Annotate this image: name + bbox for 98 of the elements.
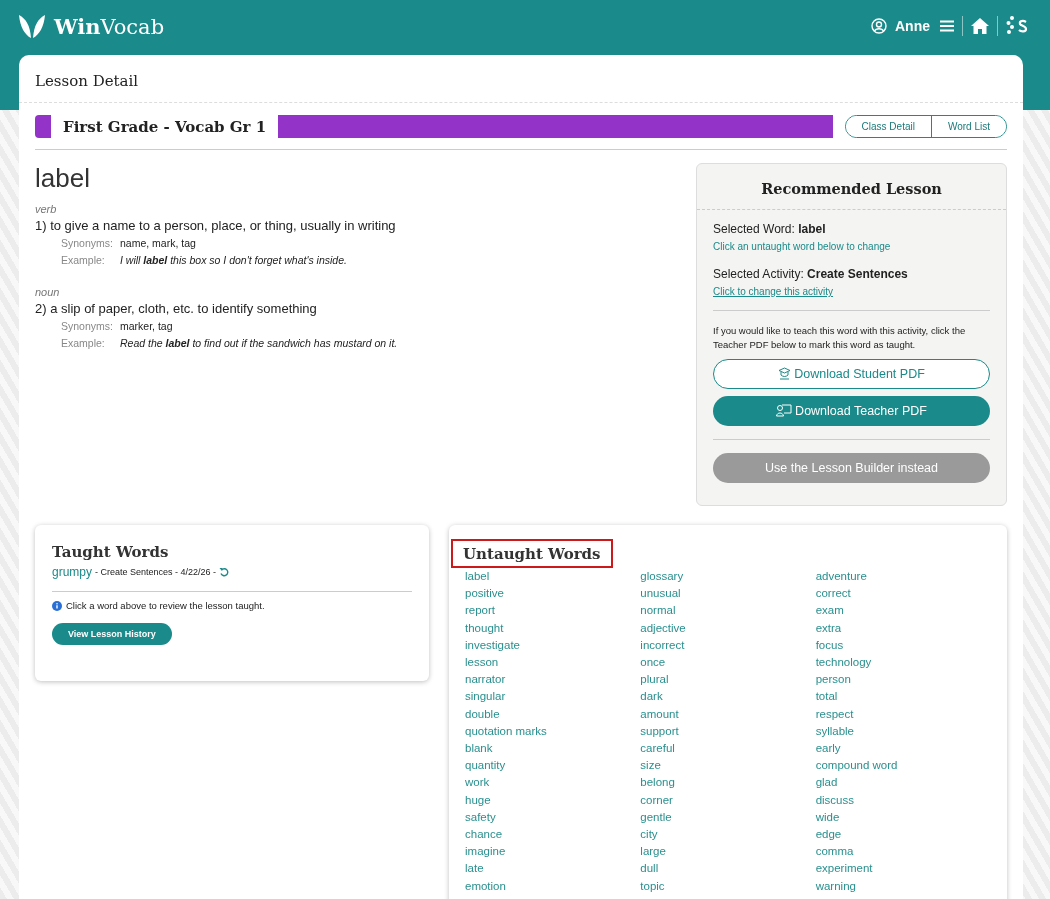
untaught-word-link[interactable]: glossary (640, 568, 816, 586)
card-title: Untaught Words (451, 539, 613, 568)
untaught-word-link[interactable]: corner (640, 791, 816, 809)
untaught-word-link[interactable]: quantity (465, 757, 641, 775)
info-icon (52, 600, 62, 611)
untaught-word-link[interactable]: lesson (465, 654, 641, 672)
untaught-word-link[interactable]: adjective (640, 619, 816, 637)
untaught-word-link[interactable]: thought (465, 619, 641, 637)
instruction-text: If you would like to teach this word with this activity, click the Teacher PDF below to mark this word as taught. (713, 324, 967, 353)
lesson-detail: - Create Sentences - 4/22/26 - (95, 567, 217, 577)
untaught-word-link[interactable]: singular (465, 688, 641, 706)
untaught-word-link[interactable]: late (465, 860, 641, 878)
teacher-icon (776, 404, 793, 417)
untaught-word-link[interactable]: person (815, 671, 991, 689)
untaught-word-link[interactable]: double (465, 705, 641, 723)
untaught-word-link[interactable]: total (815, 688, 991, 706)
user-icon[interactable] (871, 18, 887, 34)
download-teacher-button[interactable]: Download Teacher PDF (713, 395, 990, 426)
untaught-word-link[interactable]: unusual (640, 585, 816, 603)
untaught-word-link[interactable]: blank (465, 740, 641, 758)
home-icon[interactable] (971, 18, 989, 34)
untaught-word-link[interactable]: size (640, 757, 816, 775)
untaught-word-link[interactable]: label (465, 568, 641, 586)
untaught-word-link[interactable]: incorrect (640, 636, 816, 654)
headword: label (35, 163, 91, 194)
definition: 2) a slip of paper, cloth, etc. to identify something (35, 301, 318, 316)
untaught-word-link[interactable]: respect (815, 705, 991, 723)
untaught-word-link[interactable]: positive (465, 585, 641, 603)
student-icon (778, 367, 792, 380)
untaught-word-link[interactable]: discuss (815, 791, 991, 809)
definition: 1) to give a name to a person, place, or thing, usually in writing (35, 218, 397, 233)
undo-icon[interactable] (219, 567, 230, 577)
example-label: Example: (61, 254, 106, 266)
untaught-word-link[interactable]: experiment (815, 860, 991, 878)
untaught-word-link[interactable]: gentle (640, 808, 816, 827)
untaught-word-link[interactable]: extra (815, 619, 991, 637)
untaught-word-link[interactable]: normal (640, 602, 816, 620)
taught-word-link[interactable]: grumpy (52, 565, 92, 579)
example-sentence: Read the label to find out if the sandwich has mustard on it. (120, 337, 398, 349)
untaught-word-link[interactable]: investigate (465, 636, 641, 654)
untaught-word-link[interactable]: amount (640, 705, 816, 723)
untaught-word-link[interactable]: imagine (465, 843, 641, 861)
untaught-word-link[interactable]: city (640, 826, 816, 844)
untaught-word-link[interactable]: comma (815, 843, 991, 861)
change-word-link[interactable]: Click an untaught word below to change (713, 241, 990, 252)
view-history-button[interactable]: View Lesson History (52, 623, 172, 645)
example-sentence: I will label this box so I don't forget what's inside. (120, 254, 347, 266)
user-name[interactable]: Anne (895, 18, 930, 34)
selected-activity: Selected Activity: Create Sentences (713, 267, 909, 281)
untaught-word-link[interactable]: focus (815, 636, 991, 654)
untaught-word-link[interactable]: plural (640, 671, 816, 689)
panel-title: Recommended Lesson (697, 164, 1006, 210)
leaf-logo-icon (18, 13, 46, 39)
dots-s-icon[interactable] (1006, 15, 1030, 37)
hint-text: Click a word above to review the lesson taught. (66, 600, 265, 611)
untaught-word-link[interactable]: technology (815, 654, 991, 672)
untaught-word-link[interactable]: compound word (815, 757, 991, 775)
untaught-word-link[interactable]: exam (815, 602, 991, 620)
app-logo[interactable]: WinVocab (54, 13, 165, 39)
part-of-speech: noun (35, 286, 61, 298)
untaught-word-link[interactable]: dull (640, 860, 816, 878)
part-of-speech: verb (35, 203, 58, 215)
untaught-word-link[interactable]: warning (815, 877, 991, 895)
untaught-word-link[interactable]: correct (815, 585, 991, 603)
untaught-word-link[interactable]: syllable (815, 722, 991, 741)
class-title: First Grade - Vocab Gr 1 (62, 117, 268, 136)
synonyms-label: Synonyms: (61, 320, 114, 332)
synonyms: marker, tag (120, 320, 173, 332)
untaught-word-link[interactable]: early (815, 740, 991, 758)
card-title: Taught Words (52, 543, 170, 561)
untaught-word-link[interactable]: report (465, 602, 641, 620)
untaught-word-link[interactable]: narrator (465, 671, 641, 689)
untaught-word-link[interactable]: careful (640, 740, 816, 758)
class-nav-button[interactable]: Word List (930, 116, 1006, 137)
untaught-word-link[interactable]: large (640, 843, 816, 861)
example-label: Example: (61, 337, 106, 349)
change-activity-link[interactable]: Click to change this activity (713, 286, 990, 297)
untaught-word-link[interactable]: belong (640, 774, 816, 792)
download-student-button[interactable]: Download Student PDF (713, 358, 990, 389)
page-title: Lesson Detail (19, 55, 1023, 103)
synonyms: name, mark, tag (120, 237, 196, 249)
selected-word: Selected Word: label (713, 222, 827, 236)
menu-icon[interactable] (940, 20, 954, 32)
untaught-word-link[interactable]: glad (815, 774, 991, 792)
untaught-word-link[interactable]: topic (640, 877, 816, 895)
untaught-word-link[interactable]: wide (815, 808, 991, 827)
untaught-word-link[interactable]: emotion (465, 877, 641, 895)
untaught-word-link[interactable]: once (640, 654, 816, 672)
untaught-word-link[interactable]: huge (465, 791, 641, 809)
untaught-word-link[interactable]: edge (815, 826, 991, 844)
untaught-word-link[interactable]: dark (640, 688, 816, 706)
untaught-word-link[interactable]: quotation marks (465, 722, 641, 741)
untaught-word-link[interactable]: adventure (815, 568, 991, 586)
untaught-word-link[interactable]: support (640, 722, 816, 741)
untaught-word-link[interactable]: safety (465, 808, 641, 827)
untaught-word-link[interactable]: work (465, 774, 641, 792)
untaught-word-link[interactable]: chance (465, 826, 641, 844)
synonyms-label: Synonyms: (61, 237, 114, 249)
